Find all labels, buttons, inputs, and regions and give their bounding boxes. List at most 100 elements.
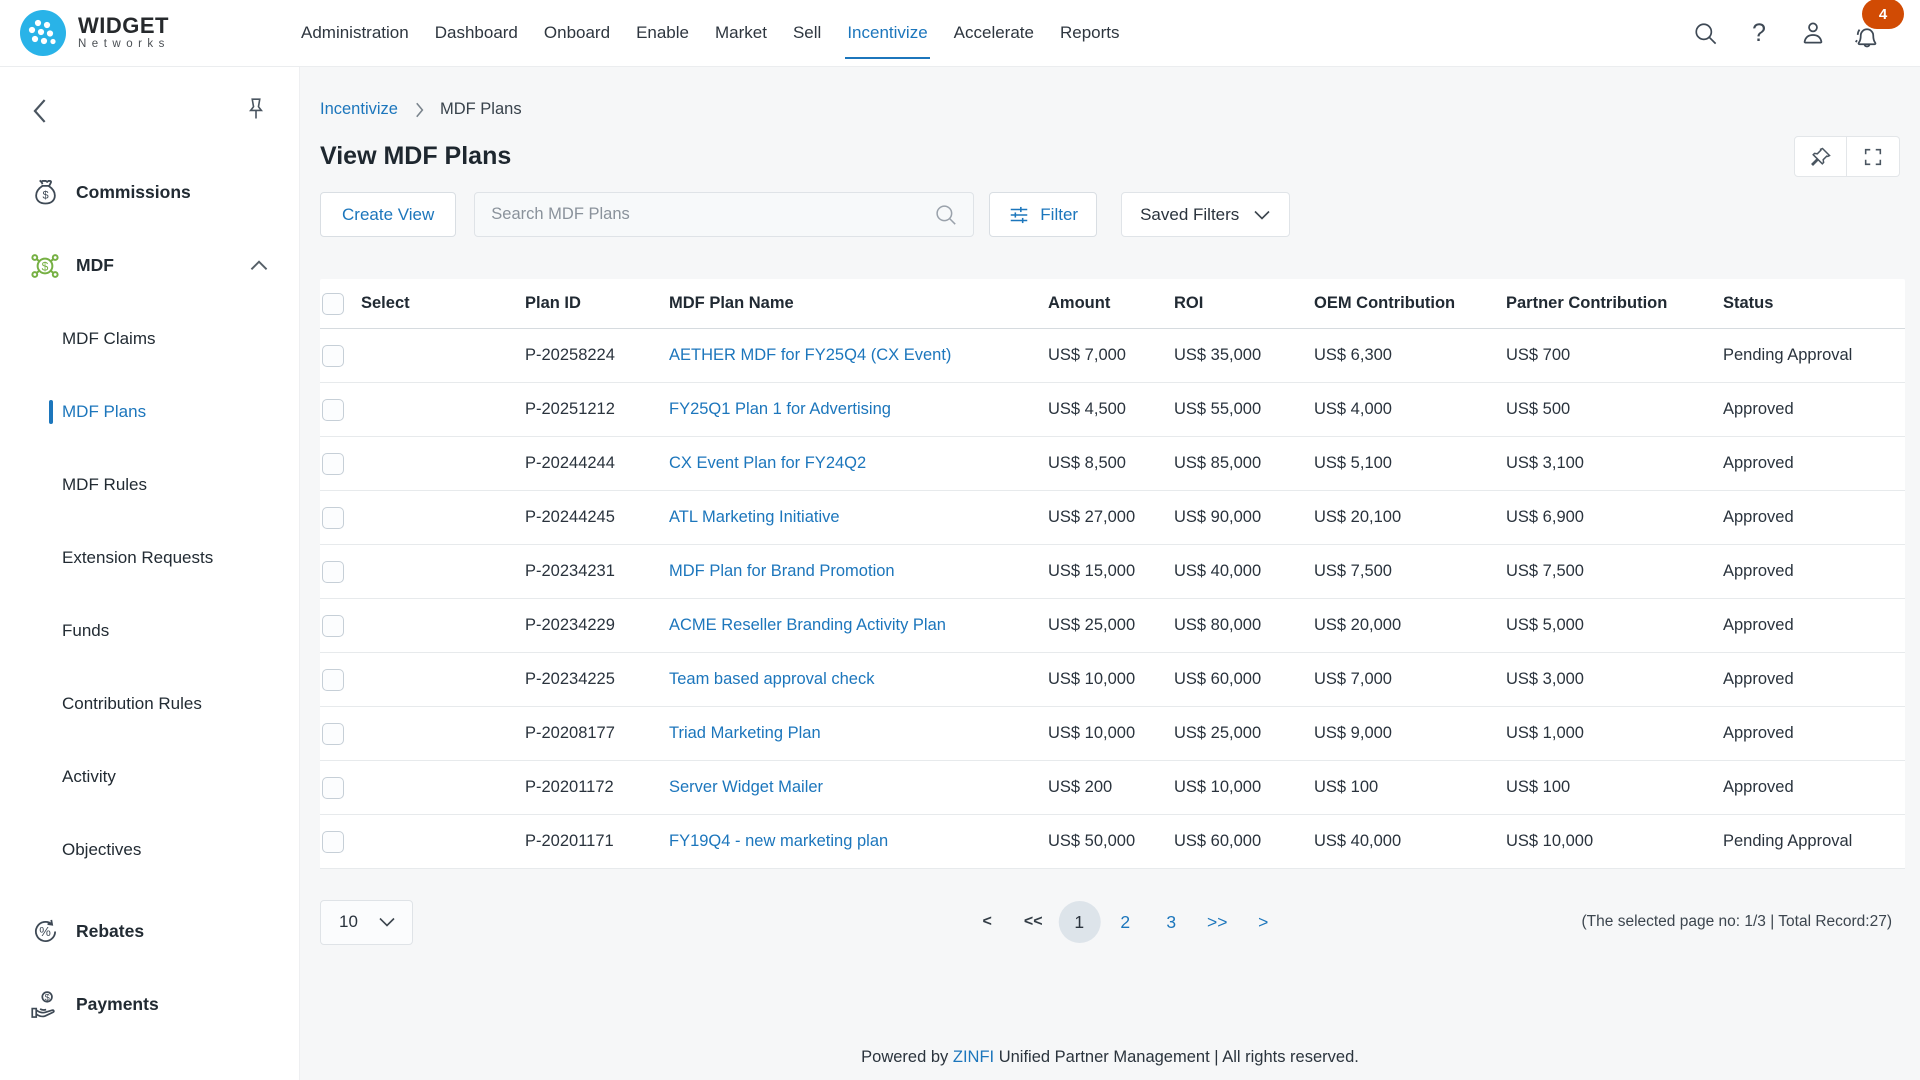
sidebar-item-commissions[interactable]: $Commissions	[0, 156, 299, 229]
plan-name-link[interactable]: Team based approval check	[669, 670, 874, 688]
row-checkbox[interactable]	[322, 615, 344, 637]
user-button[interactable]	[1798, 18, 1828, 48]
last-page-button[interactable]: >>	[1196, 901, 1238, 943]
chevron-up-icon[interactable]	[249, 259, 269, 272]
column-header-status: Status	[1723, 294, 1905, 313]
sidebar-item-mdf-plans[interactable]: MDF Plans	[0, 375, 299, 448]
main-nav: AdministrationDashboardOnboardEnableMark…	[288, 0, 1133, 66]
fullscreen-button[interactable]	[1847, 136, 1900, 177]
filter-button[interactable]: Filter	[989, 192, 1097, 237]
table-row: P-20244244CX Event Plan for FY24Q2US$ 8,…	[320, 437, 1905, 491]
nav-item-sell[interactable]: Sell	[780, 0, 834, 66]
plan-name-link[interactable]: ATL Marketing Initiative	[669, 508, 840, 526]
search-button[interactable]	[1690, 18, 1720, 48]
plan-name-link[interactable]: FY25Q1 Plan 1 for Advertising	[669, 400, 891, 418]
partner-contribution-cell: US$ 3,100	[1506, 454, 1723, 473]
create-view-button[interactable]: Create View	[320, 192, 456, 237]
search-input[interactable]	[491, 205, 933, 224]
row-checkbox[interactable]	[322, 723, 344, 745]
oem-contribution-cell: US$ 7,000	[1314, 670, 1506, 689]
svg-text:$: $	[42, 189, 48, 201]
pin-view-button[interactable]	[1794, 136, 1847, 177]
sidebar-item-activity[interactable]: Activity	[0, 740, 299, 813]
oem-contribution-cell: US$ 6,300	[1314, 346, 1506, 365]
row-checkbox[interactable]	[322, 777, 344, 799]
prev-page-button[interactable]: <	[966, 901, 1008, 943]
saved-filters-label: Saved Filters	[1140, 205, 1239, 225]
sidebar-item-contribution-rules[interactable]: Contribution Rules	[0, 667, 299, 740]
mdf-hub-icon: $	[28, 249, 62, 283]
breadcrumb-incentivize[interactable]: Incentivize	[320, 100, 398, 119]
sidebar-item-rebates[interactable]: %Rebates	[0, 895, 299, 968]
roi-cell: US$ 35,000	[1174, 346, 1314, 365]
row-checkbox[interactable]	[322, 669, 344, 691]
breadcrumb-current: MDF Plans	[440, 100, 522, 119]
nav-item-onboard[interactable]: Onboard	[531, 0, 623, 66]
oem-contribution-cell: US$ 5,100	[1314, 454, 1506, 473]
chevron-down-icon	[1253, 209, 1271, 221]
plan-name-link[interactable]: AETHER MDF for FY25Q4 (CX Event)	[669, 346, 951, 364]
row-checkbox[interactable]	[322, 561, 344, 583]
notifications-button[interactable]: 4	[1852, 23, 1882, 53]
help-button[interactable]: ?	[1744, 18, 1774, 48]
select-all-checkbox[interactable]	[322, 293, 344, 315]
plan-name-link[interactable]: CX Event Plan for FY24Q2	[669, 454, 866, 472]
page-1-button[interactable]: 1	[1058, 901, 1100, 943]
next-page-button[interactable]: >	[1242, 901, 1284, 943]
row-checkbox[interactable]	[322, 399, 344, 421]
plan-name-link[interactable]: FY19Q4 - new marketing plan	[669, 832, 888, 850]
oem-contribution-cell: US$ 4,000	[1314, 400, 1506, 419]
row-checkbox[interactable]	[322, 831, 344, 853]
app-logo[interactable]: WIDGET Networks	[0, 10, 300, 56]
oem-contribution-cell: US$ 9,000	[1314, 724, 1506, 743]
oem-contribution-cell: US$ 7,500	[1314, 562, 1506, 581]
nav-item-dashboard[interactable]: Dashboard	[422, 0, 531, 66]
plan-name-link[interactable]: MDF Plan for Brand Promotion	[669, 562, 895, 580]
amount-cell: US$ 8,500	[1048, 454, 1174, 473]
row-checkbox[interactable]	[322, 345, 344, 367]
sidebar-item-payments[interactable]: $Payments	[0, 968, 299, 1041]
column-header-partner-contribution: Partner Contribution	[1506, 294, 1723, 313]
page-3-button[interactable]: 3	[1150, 901, 1192, 943]
sidebar-item-objectives[interactable]: Objectives	[0, 813, 299, 886]
collapse-sidebar-button[interactable]	[26, 94, 56, 128]
sidebar-item-label: Rebates	[76, 921, 144, 942]
nav-item-market[interactable]: Market	[702, 0, 780, 66]
status-cell: Approved	[1723, 616, 1905, 635]
status-cell: Approved	[1723, 562, 1905, 581]
status-cell: Pending Approval	[1723, 346, 1905, 365]
plan-id-cell: P-20258224	[525, 346, 669, 365]
logo-subtitle: Networks	[78, 37, 170, 51]
nav-item-enable[interactable]: Enable	[623, 0, 702, 66]
table-body: P-20258224AETHER MDF for FY25Q4 (CX Even…	[320, 329, 1905, 869]
row-checkbox[interactable]	[322, 507, 344, 529]
plan-name-link[interactable]: Triad Marketing Plan	[669, 724, 821, 742]
sidebar-item-mdf[interactable]: $MDF	[0, 229, 299, 302]
sidebar-item-mdf-rules[interactable]: MDF Rules	[0, 448, 299, 521]
roi-cell: US$ 60,000	[1174, 670, 1314, 689]
page-size-select[interactable]: 10	[320, 900, 413, 945]
sidebar-item-funds[interactable]: Funds	[0, 594, 299, 667]
plan-name-link[interactable]: Server Widget Mailer	[669, 778, 823, 796]
page-2-button[interactable]: 2	[1104, 901, 1146, 943]
table-row: P-20251212FY25Q1 Plan 1 for AdvertisingU…	[320, 383, 1905, 437]
nav-item-administration[interactable]: Administration	[288, 0, 422, 66]
pin-sidebar-button[interactable]	[243, 96, 269, 126]
oem-contribution-cell: US$ 100	[1314, 778, 1506, 797]
nav-item-reports[interactable]: Reports	[1047, 0, 1133, 66]
plan-name-link[interactable]: ACME Reseller Branding Activity Plan	[669, 616, 946, 634]
sidebar-item-extension-requests[interactable]: Extension Requests	[0, 521, 299, 594]
sidebar-item-mdf-claims[interactable]: MDF Claims	[0, 302, 299, 375]
chevron-down-icon	[378, 916, 396, 928]
saved-filters-dropdown[interactable]: Saved Filters	[1121, 192, 1290, 237]
partner-contribution-cell: US$ 10,000	[1506, 832, 1723, 851]
row-checkbox[interactable]	[322, 453, 344, 475]
first-page-button[interactable]: <<	[1012, 901, 1054, 943]
breadcrumb: Incentivize MDF Plans	[320, 100, 1905, 119]
nav-item-incentivize[interactable]: Incentivize	[834, 0, 940, 66]
nav-item-accelerate[interactable]: Accelerate	[941, 0, 1047, 66]
partner-contribution-cell: US$ 700	[1506, 346, 1723, 365]
zinfi-link[interactable]: ZINFI	[953, 1048, 994, 1066]
logo-title: WIDGET	[78, 15, 170, 37]
amount-cell: US$ 10,000	[1048, 724, 1174, 743]
